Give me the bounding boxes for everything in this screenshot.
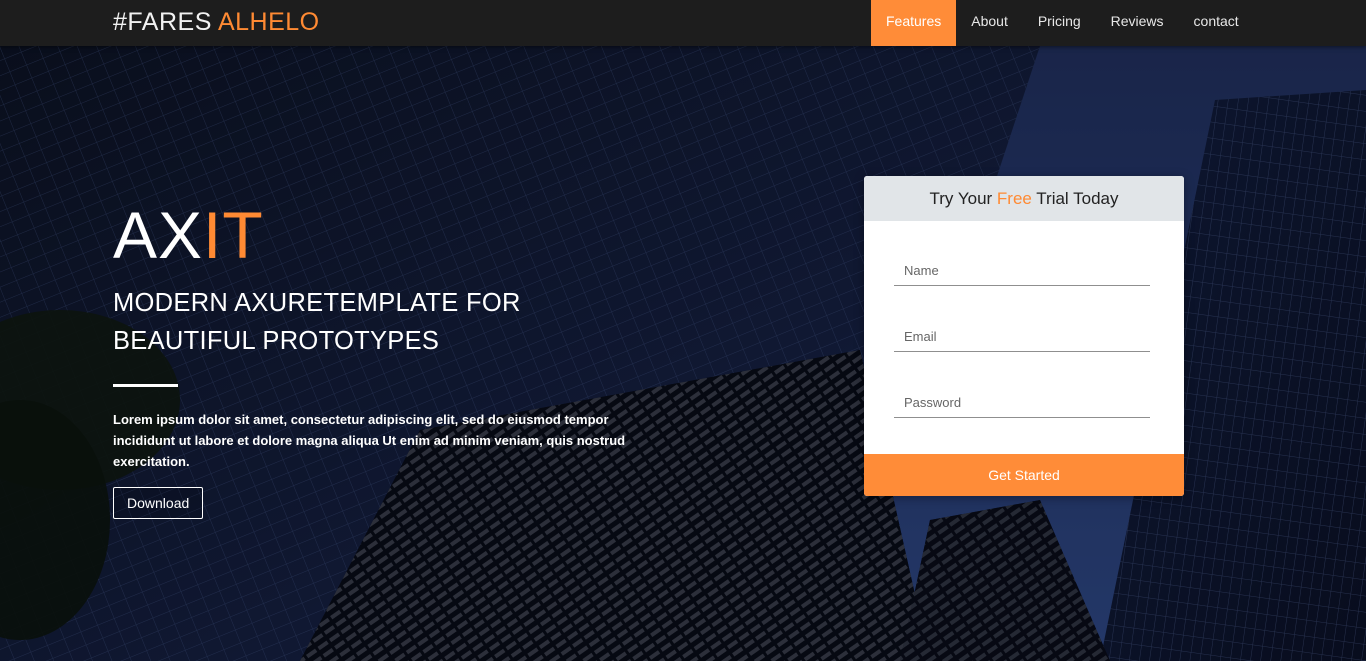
nav-item-features[interactable]: Features (871, 0, 957, 46)
name-field-wrapper (894, 256, 1150, 286)
hero-title-prefix: AX (113, 198, 204, 272)
get-started-button[interactable]: Get Started (864, 454, 1184, 496)
nav-item-reviews[interactable]: Reviews (1096, 0, 1179, 46)
password-field-wrapper (894, 388, 1150, 418)
brand-prefix: #FARES (113, 8, 212, 36)
brand-logo[interactable]: #FARES ALHELO (113, 8, 320, 37)
heading-accent: Free (996, 189, 1032, 208)
main-nav: Features About Pricing Reviews contact (871, 0, 1254, 46)
email-field[interactable] (894, 322, 1150, 351)
download-button[interactable]: Download (113, 487, 204, 519)
hero-section: AXIT MODERN AXURETEMPLATE FOR BEAUTIFUL … (113, 196, 673, 519)
password-field[interactable] (894, 388, 1150, 417)
top-navbar: #FARES ALHELO Features About Pricing Rev… (0, 0, 1366, 46)
nav-item-about[interactable]: About (956, 0, 1023, 46)
name-field[interactable] (894, 256, 1150, 285)
free-trial-card: Try Your Free Trial Today Get Started (864, 176, 1184, 496)
hero-title: AXIT (113, 196, 673, 274)
hero-description: Lorem ipsum dolor sit amet, consectetur … (113, 412, 626, 469)
hero-title-accent: IT (203, 198, 264, 272)
hero-subtitle: MODERN AXURETEMPLATE FOR BEAUTIFUL PROTO… (113, 289, 521, 355)
heading-suffix: Trial Today (1031, 189, 1119, 208)
email-field-wrapper (894, 322, 1150, 352)
hero-divider (113, 384, 178, 387)
heading-prefix: Try Your (929, 189, 997, 208)
brand-accent: ALHELO (217, 8, 320, 36)
nav-item-pricing[interactable]: Pricing (1023, 0, 1096, 46)
nav-item-contact[interactable]: contact (1179, 0, 1254, 46)
free-trial-heading: Try Your Free Trial Today (864, 176, 1184, 221)
